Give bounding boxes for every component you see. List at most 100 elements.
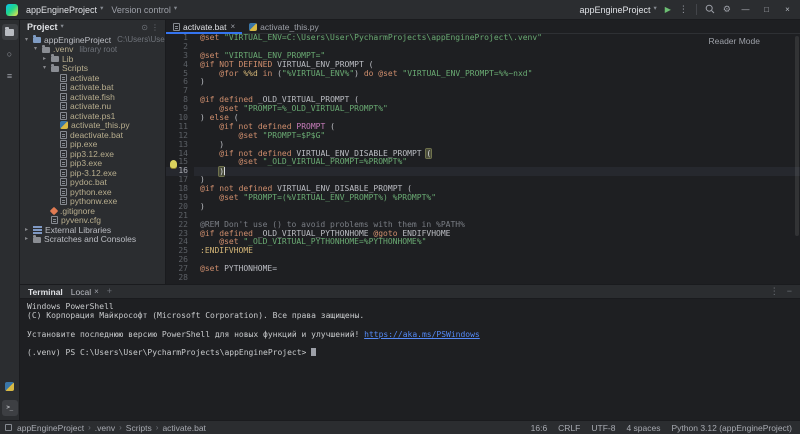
terminal-link[interactable]: https://aka.ms/PSWindows — [364, 330, 480, 339]
tree-item[interactable]: deactivate.bat — [20, 130, 165, 140]
tree-item[interactable]: pip3.12.exe — [20, 149, 165, 159]
maximize-button[interactable]: □ — [760, 6, 773, 14]
editor-gutter[interactable]: 1234567891011121314151617181920212223242… — [166, 34, 194, 284]
search-everywhere-button[interactable] — [705, 4, 715, 16]
chevron-expanded-icon[interactable]: ▾ — [41, 65, 48, 71]
vcs-widget[interactable]: Version control ▾ — [111, 5, 177, 15]
file-exe-icon — [60, 188, 67, 196]
code-line[interactable]: ) — [194, 167, 800, 176]
terminal-line[interactable]: Windows PowerShell — [27, 302, 793, 311]
tree-item[interactable]: ▸ External Libraries — [20, 225, 165, 235]
breadcrumb-item[interactable]: activate.bat — [162, 423, 205, 433]
code-line[interactable] — [194, 274, 800, 283]
settings-button[interactable]: ⚙ — [723, 5, 731, 14]
code-line[interactable]: @set "_OLD_VIRTUAL_PROMPT=%PROMPT%" — [194, 158, 800, 167]
tree-item[interactable]: activate.bat — [20, 83, 165, 93]
tree-item[interactable]: ▸Scratches and Consoles — [20, 235, 165, 245]
code-line[interactable]: ) — [194, 78, 800, 87]
chevron-collapsed-icon[interactable]: ▸ — [23, 227, 30, 233]
title-bar-divider — [696, 4, 697, 15]
terminal-line[interactable]: (C) Корпорация Майкрософт (Microsoft Cor… — [27, 311, 793, 320]
structure-tool-window-button[interactable]: ≡ — [2, 68, 18, 84]
chevron-collapsed-icon[interactable]: ▸ — [41, 56, 48, 62]
run-configuration-widget[interactable]: appEngineProject ▾ — [579, 5, 656, 15]
terminal-session-tab[interactable]: Local × — [71, 287, 99, 297]
select-opened-file-icon[interactable]: ⊙ — [141, 23, 148, 32]
chevron-collapsed-icon[interactable]: ▸ — [23, 236, 30, 242]
code-line[interactable]: @set "PROMPT=%_OLD_VIRTUAL_PROMPT%" — [194, 105, 800, 114]
project-panel-title[interactable]: Project — [27, 22, 58, 32]
terminal-line[interactable] — [27, 321, 793, 330]
intention-bulb-icon[interactable] — [170, 160, 177, 168]
terminal-title[interactable]: Terminal — [28, 287, 63, 297]
tree-item[interactable]: ▾appEngineProjectC:\Users\User\PycharmPr… — [20, 35, 165, 45]
tree-item[interactable]: pyvenv.cfg — [20, 216, 165, 226]
breadcrumb-item[interactable]: appEngineProject — [17, 423, 84, 433]
code-line[interactable]: @set "_OLD_VIRTUAL_PYTHONHOME=%PYTHONHOM… — [194, 238, 800, 247]
project-widget-label: appEngineProject — [26, 5, 97, 15]
tree-item[interactable]: activate.ps1 — [20, 111, 165, 121]
chevron-down-icon[interactable]: ▾ — [61, 24, 64, 31]
terminal-more-icon[interactable]: ⋮ — [770, 287, 779, 296]
pycharm-logo-icon[interactable] — [6, 4, 18, 16]
tree-item-label: External Libraries — [45, 225, 111, 235]
editor-scrollbar[interactable] — [794, 34, 800, 284]
tree-item[interactable]: activate.nu — [20, 102, 165, 112]
status-widget[interactable]: UTF-8 — [591, 423, 615, 433]
tab-activate-bat[interactable]: activate.bat × — [166, 20, 242, 33]
tree-item[interactable]: pip3.exe — [20, 159, 165, 169]
breadcrumbs: appEngineProject›.venv›Scripts›activate.… — [17, 423, 206, 433]
breadcrumb-item[interactable]: .venv — [95, 423, 115, 433]
code-line[interactable]: @set PYTHONHOME= — [194, 265, 800, 274]
tree-item[interactable]: pip-3.12.exe — [20, 168, 165, 178]
scrollbar-thumb[interactable] — [795, 36, 799, 236]
project-widget[interactable]: appEngineProject ▾ — [26, 5, 103, 15]
tree-item[interactable]: ▸Lib — [20, 54, 165, 64]
hide-panel-icon[interactable]: − — [787, 287, 792, 296]
status-widget[interactable]: CRLF — [558, 423, 580, 433]
terminal-line[interactable]: Установите последнюю версию PowerShell д… — [27, 330, 793, 339]
tree-item[interactable]: activate — [20, 73, 165, 83]
tree-item[interactable]: pythonw.exe — [20, 197, 165, 207]
code-line[interactable]: ) — [194, 203, 800, 212]
commit-tool-window-button[interactable]: ○ — [2, 46, 18, 62]
minimize-button[interactable]: — — [739, 6, 752, 14]
tree-item[interactable]: pydoc.bat — [20, 178, 165, 188]
tree-item[interactable]: activate_this.py — [20, 121, 165, 131]
status-widget[interactable]: Python 3.12 (appEngineProject) — [672, 423, 793, 433]
terminal-line[interactable] — [27, 339, 793, 348]
reader-mode-toggle[interactable]: Reader Mode — [708, 36, 760, 46]
status-widget[interactable]: 16:6 — [531, 423, 548, 433]
close-button[interactable]: × — [781, 6, 794, 14]
chevron-expanded-icon[interactable]: ▾ — [23, 37, 30, 43]
more-actions-button[interactable]: ⋮ — [679, 5, 688, 14]
tree-item[interactable]: ▾Scripts — [20, 64, 165, 74]
status-widget[interactable]: 4 spaces — [626, 423, 660, 433]
code-line[interactable]: @set "PROMPT=$P$G" — [194, 132, 800, 141]
terminal-output[interactable]: Windows PowerShell(C) Корпорация Майкрос… — [20, 299, 800, 420]
project-tool-window-button[interactable] — [2, 24, 18, 40]
tree-item[interactable]: .gitignore — [20, 206, 165, 216]
tree-item[interactable]: activate.fish — [20, 92, 165, 102]
chevron-expanded-icon[interactable]: ▾ — [32, 46, 39, 52]
terminal-cursor — [311, 348, 316, 356]
tree-item-label: .venv — [53, 45, 73, 55]
terminal-tab-close-icon[interactable]: × — [94, 287, 99, 296]
tab-close-icon[interactable]: × — [230, 22, 235, 31]
code-line[interactable]: @for %%d in ("%VIRTUAL_ENV%") do @set "V… — [194, 70, 800, 79]
code-line[interactable]: :ENDIFVHOME — [194, 247, 800, 256]
tree-item[interactable]: pip.exe — [20, 140, 165, 150]
tab-activate-this-py[interactable]: activate_this.py — [242, 20, 326, 33]
code-line[interactable] — [194, 256, 800, 265]
new-session-icon[interactable]: + — [107, 287, 112, 296]
breadcrumb-item[interactable]: Scripts — [126, 423, 152, 433]
code-line[interactable]: @set "PROMPT=(%VIRTUAL_ENV_PROMPT%) %PRO… — [194, 194, 800, 203]
tree-item[interactable]: python.exe — [20, 187, 165, 197]
python-console-button[interactable] — [2, 378, 18, 394]
panel-more-icon[interactable]: ⋮ — [151, 23, 159, 32]
run-button[interactable]: ▶ — [665, 6, 671, 14]
search-icon — [705, 4, 715, 14]
tree-item[interactable]: ▾.venvlibrary root — [20, 45, 165, 55]
terminal-line[interactable]: (.venv) PS C:\Users\User\PycharmProjects… — [27, 348, 793, 357]
terminal-tool-window-button[interactable]: >_ — [2, 400, 18, 416]
